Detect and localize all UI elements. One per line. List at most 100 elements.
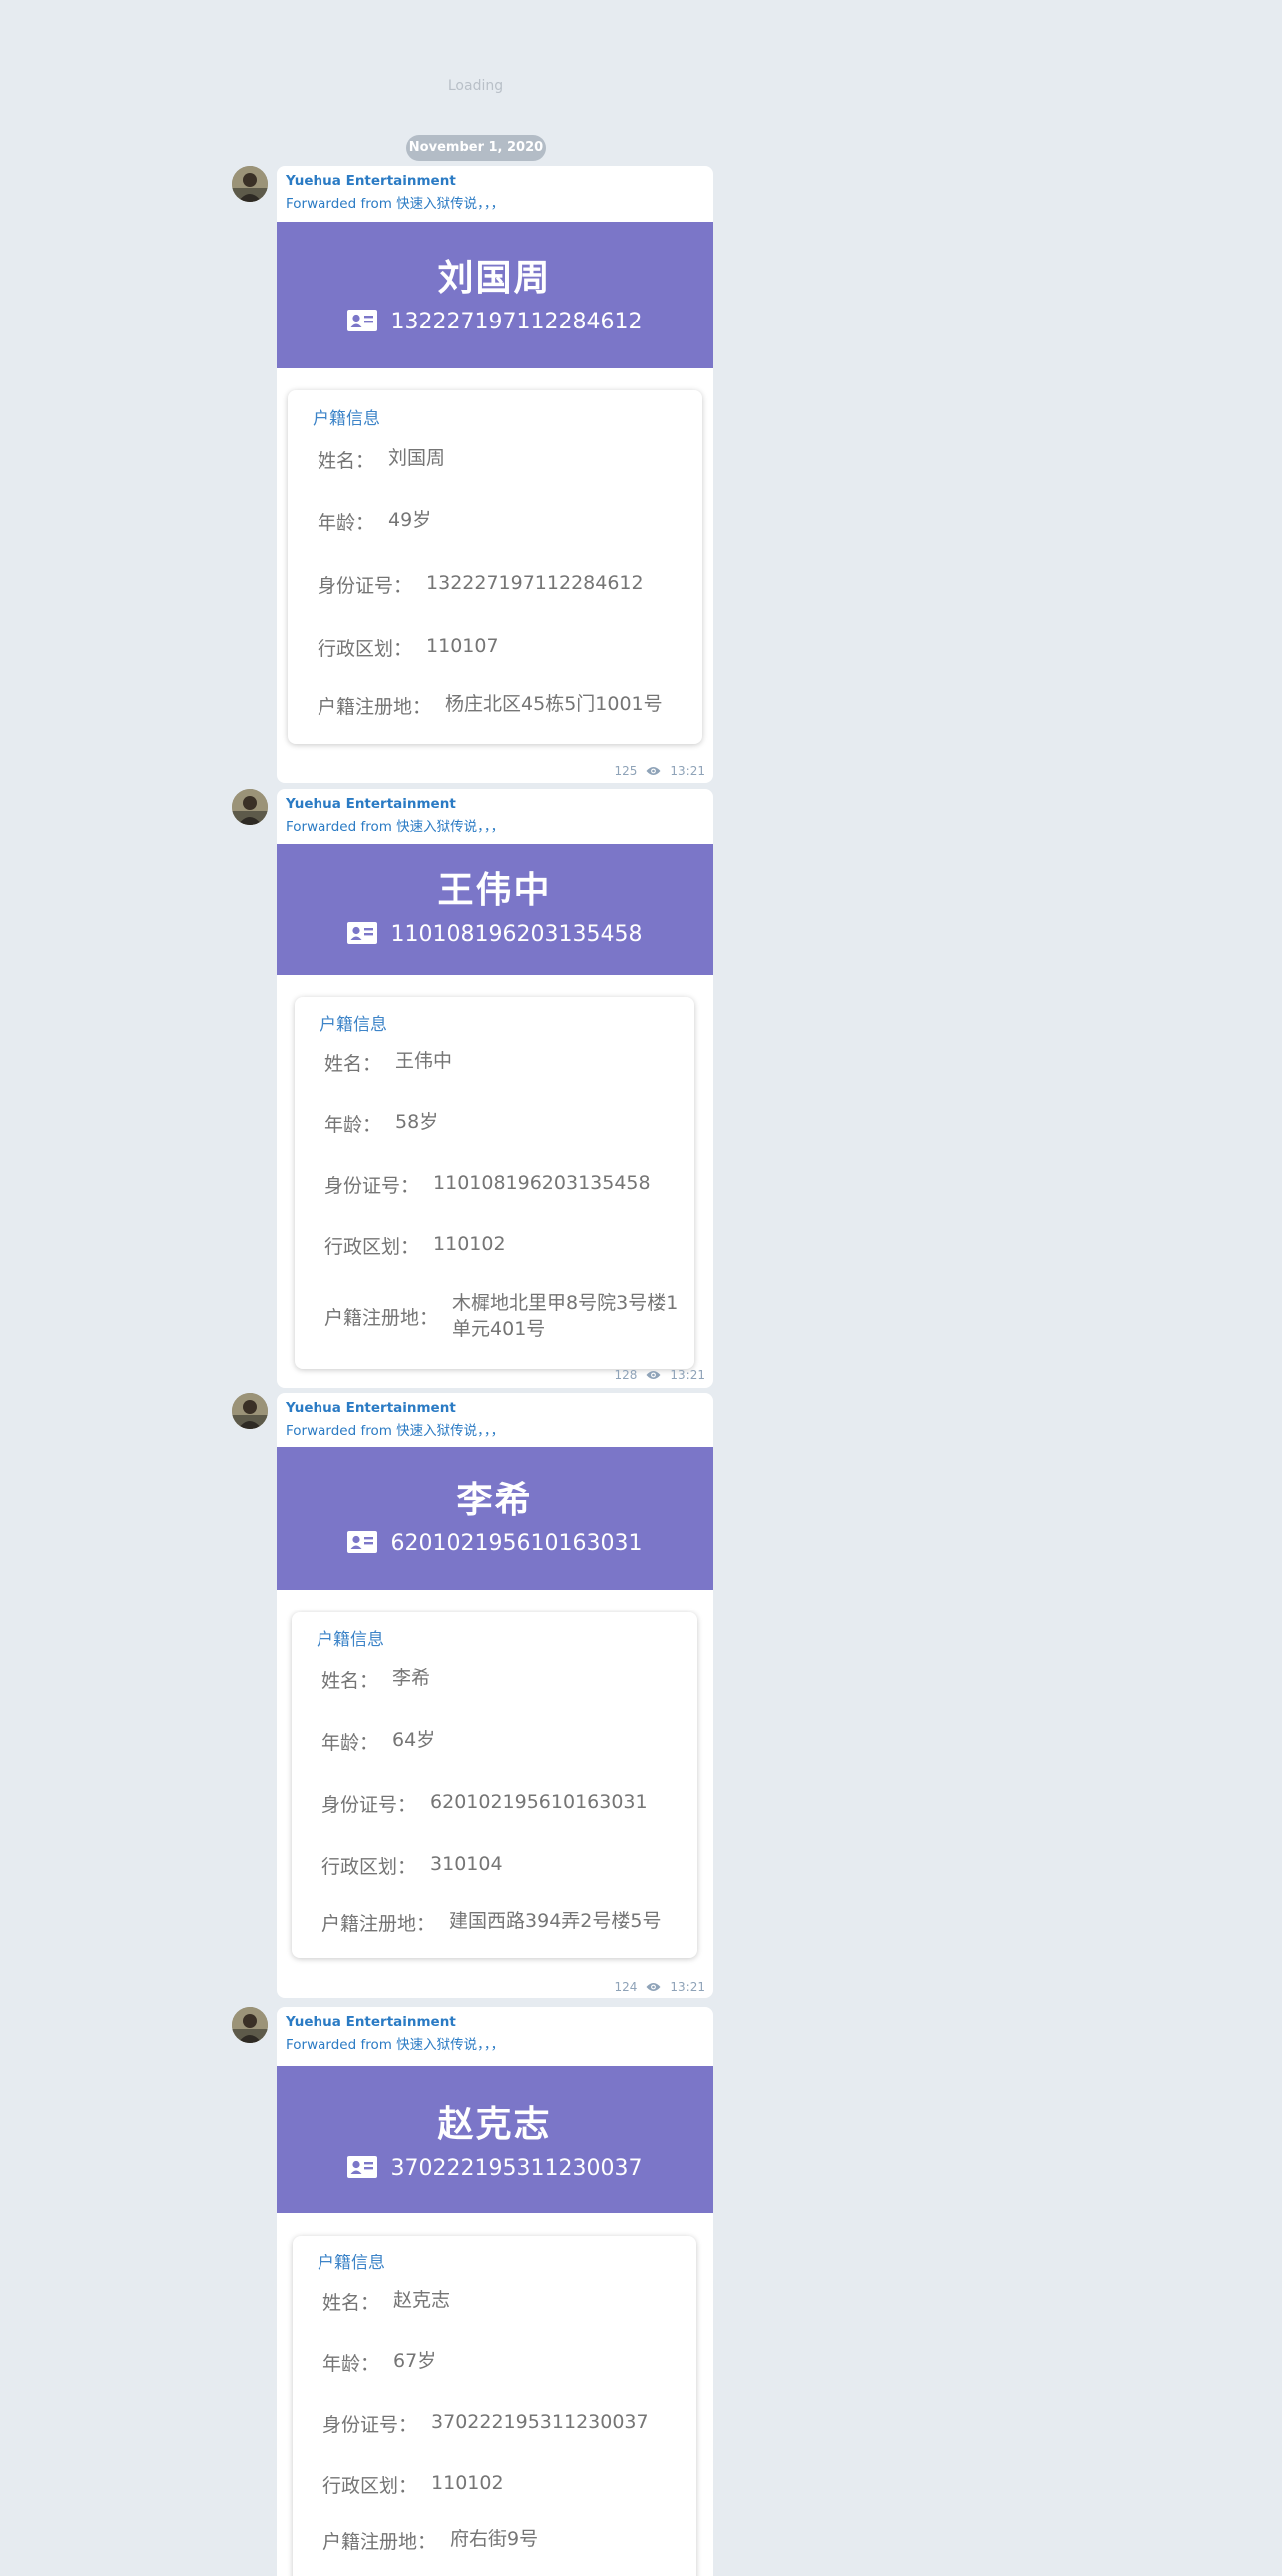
field-label: 户籍注册地： — [321, 1913, 436, 1935]
field-value: 建国西路394弄2号楼5号 — [449, 1910, 662, 1932]
field-region-code: 行政区划： 110102 — [324, 1232, 684, 1259]
forwarded-from[interactable]: Forwarded from 快速入狱传说，，， — [286, 2033, 504, 2053]
field-name: 姓名： 刘国周 — [318, 446, 692, 473]
message: Yuehua Entertainment Forwarded from 快速入狱… — [232, 1393, 713, 1998]
hero-name: 刘国周 — [437, 258, 552, 299]
field-registered-address: 户籍注册地： 杨庄北区45栋5门1001号 — [318, 692, 692, 719]
field-value: 49岁 — [388, 509, 432, 531]
message-bubble: Yuehua Entertainment Forwarded from 快速入狱… — [277, 1393, 713, 1998]
eye-icon — [646, 1983, 661, 1991]
message-time: 13:21 — [670, 764, 705, 778]
hero-id-number: 370222195311230037 — [390, 2156, 643, 2181]
field-value: 王伟中 — [395, 1050, 453, 1072]
forwarded-source[interactable]: 快速入狱传说，，， — [396, 819, 504, 835]
info-card: 户籍信息 姓名： 王伟中 年龄： 58岁 身份证号： 1101081962031354… — [295, 997, 694, 1369]
message: Yuehua Entertainment Forwarded from 快速入狱… — [232, 2007, 713, 2576]
id-card-icon — [346, 2156, 377, 2178]
message: Yuehua Entertainment Forwarded from 快速入狱… — [232, 789, 713, 1388]
id-hero-banner: 赵克志 370222195311230037 — [277, 2066, 713, 2213]
field-region-code: 行政区划： 310104 — [321, 1852, 687, 1879]
sender-name[interactable]: Yuehua Entertainment — [286, 796, 456, 812]
field-label: 姓名： — [324, 1053, 382, 1075]
field-id-number: 身份证号： 132227197112284612 — [318, 571, 692, 598]
field-value: 杨庄北区45栋5门1001号 — [445, 693, 663, 715]
id-card-icon — [346, 922, 377, 944]
hero-id-row: 620102195610163031 — [277, 1531, 713, 1556]
field-id-number: 身份证号： 620102195610163031 — [321, 1790, 687, 1817]
sender-name[interactable]: Yuehua Entertainment — [286, 1400, 456, 1416]
field-label: 户籍注册地： — [324, 1307, 439, 1330]
hero-id-row: 132227197112284612 — [277, 310, 713, 334]
forwarded-prefix: Forwarded from — [286, 2037, 397, 2053]
info-card: 户籍信息 姓名： 赵克志 年龄： 67岁 身份证号： 3702221953112300… — [293, 2236, 696, 2576]
field-value: 赵克志 — [393, 2289, 451, 2311]
field-label: 年龄： — [318, 512, 375, 534]
forwarded-prefix: Forwarded from — [286, 196, 397, 212]
field-registered-address: 户籍注册地： 木樨地北里甲8号院3号楼1单元401号 — [324, 1291, 684, 1342]
loading-indicator: Loading — [447, 78, 504, 94]
field-value: 67岁 — [393, 2350, 437, 2372]
card-title: 户籍信息 — [318, 2254, 385, 2273]
forwarded-from[interactable]: Forwarded from 快速入狱传说，，， — [286, 815, 504, 835]
id-card-icon — [346, 310, 377, 331]
avatar[interactable] — [232, 2007, 268, 2043]
field-id-number: 身份证号： 370222195311230037 — [322, 2410, 686, 2437]
field-value: 府右街9号 — [450, 2528, 539, 2550]
message-meta: 124 13:21 — [615, 1980, 706, 1994]
hero-id-row: 110108196203135458 — [277, 922, 713, 947]
hero-id-number: 620102195610163031 — [390, 1531, 643, 1556]
forwarded-prefix: Forwarded from — [286, 819, 397, 835]
field-label: 身份证号： — [324, 1175, 420, 1197]
info-card: 户籍信息 姓名： 刘国周 年龄： 49岁 身份证号： 1322271971122846… — [288, 390, 702, 744]
message-meta: 125 13:21 — [615, 764, 706, 778]
sender-name[interactable]: Yuehua Entertainment — [286, 2014, 456, 2030]
field-age: 年龄： 58岁 — [324, 1110, 684, 1137]
message: Yuehua Entertainment Forwarded from 快速入狱… — [232, 166, 713, 783]
avatar[interactable] — [232, 789, 268, 825]
forwarded-source[interactable]: 快速入狱传说，，， — [396, 196, 504, 212]
field-label: 身份证号： — [321, 1794, 417, 1816]
eye-icon — [646, 1371, 661, 1379]
field-value: 620102195610163031 — [430, 1791, 648, 1813]
field-value: 110102 — [433, 1233, 506, 1255]
forwarded-from[interactable]: Forwarded from 快速入狱传说，，， — [286, 1419, 504, 1439]
forwarded-source[interactable]: 快速入狱传说，，， — [396, 2037, 504, 2053]
field-label: 年龄： — [321, 1732, 379, 1754]
id-hero-banner: 李希 620102195610163031 — [277, 1447, 713, 1590]
field-value: 58岁 — [395, 1111, 439, 1133]
field-label: 身份证号： — [322, 2414, 418, 2436]
hero-name: 李希 — [456, 1480, 533, 1521]
sender-name[interactable]: Yuehua Entertainment — [286, 173, 456, 189]
field-value: 110108196203135458 — [433, 1172, 651, 1194]
field-label: 年龄： — [324, 1114, 382, 1136]
forwarded-from[interactable]: Forwarded from 快速入狱传说，，， — [286, 192, 504, 212]
field-region-code: 行政区划： 110102 — [322, 2471, 686, 2498]
card-title: 户籍信息 — [313, 409, 380, 429]
view-count: 128 — [614, 1368, 638, 1382]
card-title: 户籍信息 — [317, 1630, 384, 1650]
field-label: 行政区划： — [318, 638, 413, 660]
field-value: 李希 — [392, 1667, 431, 1689]
message-time: 13:21 — [670, 1980, 705, 1994]
date-separator: November 1, 2020 — [406, 135, 546, 161]
forwarded-source[interactable]: 快速入狱传说，，， — [396, 1423, 504, 1439]
id-card-icon — [346, 1531, 377, 1553]
field-label: 行政区划： — [324, 1236, 420, 1258]
field-value: 木樨地北里甲8号院3号楼1单元401号 — [452, 1292, 679, 1340]
field-label: 年龄： — [322, 2353, 380, 2375]
avatar[interactable] — [232, 166, 268, 202]
field-label: 身份证号： — [318, 575, 413, 597]
hero-id-number: 110108196203135458 — [390, 922, 643, 947]
field-value: 110107 — [426, 635, 499, 657]
field-label: 姓名： — [322, 2292, 380, 2314]
field-name: 姓名： 李希 — [321, 1666, 687, 1693]
hero-id-row: 370222195311230037 — [277, 2156, 713, 2181]
avatar[interactable] — [232, 1393, 268, 1429]
info-card: 户籍信息 姓名： 李希 年龄： 64岁 身份证号： 62010219561016303… — [292, 1612, 697, 1958]
field-name: 姓名： 王伟中 — [324, 1049, 684, 1076]
field-value: 刘国周 — [388, 447, 446, 469]
view-count: 125 — [614, 764, 638, 778]
field-value: 132227197112284612 — [426, 572, 644, 594]
field-label: 行政区划： — [322, 2475, 418, 2497]
field-region-code: 行政区划： 110107 — [318, 634, 692, 661]
